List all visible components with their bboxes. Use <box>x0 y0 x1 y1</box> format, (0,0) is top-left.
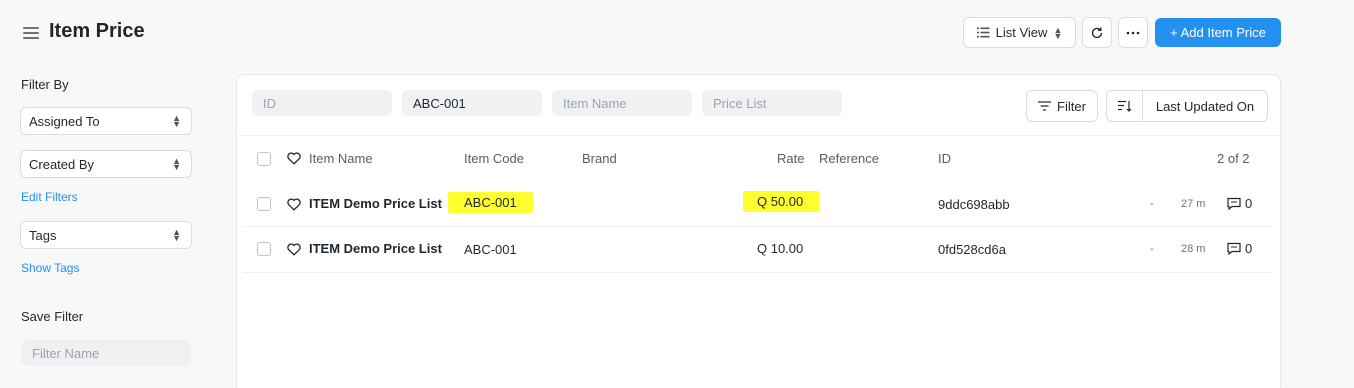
sort-control: Last Updated On <box>1106 90 1268 122</box>
row-checkbox[interactable] <box>257 242 271 256</box>
price-list-filter-input[interactable] <box>702 90 842 116</box>
chevron-updown-icon: ▲ ▼ <box>172 227 181 243</box>
refresh-icon <box>1091 27 1103 38</box>
row-item-name[interactable]: ITEM Demo Price List <box>309 196 442 211</box>
row-id: 9ddc698abb <box>938 197 1010 212</box>
page-title: Item Price <box>49 20 145 42</box>
comment-icon <box>1227 197 1241 210</box>
id-filter-input[interactable] <box>252 90 392 116</box>
list-icon <box>976 27 990 38</box>
show-tags-link[interactable]: Show Tags <box>21 261 79 275</box>
heart-icon[interactable] <box>287 243 301 256</box>
assigned-to-label: Assigned To <box>29 113 100 129</box>
sort-order-icon <box>1117 100 1131 112</box>
filter-label: Filter <box>1057 98 1086 114</box>
heart-icon[interactable] <box>287 152 301 165</box>
more-icon <box>1126 31 1140 34</box>
divider <box>237 135 1280 136</box>
row-item-code: ABC-001 <box>464 242 517 257</box>
item-code-filter-input[interactable] <box>402 90 542 116</box>
row-modified-time: 28 m <box>1181 243 1206 255</box>
row-modified-time: 27 m <box>1181 198 1206 210</box>
comment-count-label: 0 <box>1245 196 1253 211</box>
item-name-filter-input[interactable] <box>552 90 692 116</box>
column-header-rate[interactable]: Rate <box>777 151 804 166</box>
chevron-updown-icon: ▲ ▼ <box>172 113 181 129</box>
add-item-price-button[interactable]: + Add Item Price <box>1155 18 1281 47</box>
column-header-item-code[interactable]: Item Code <box>464 151 524 166</box>
row-checkbox[interactable] <box>257 197 271 211</box>
created-by-select[interactable]: Created By ▲ ▼ <box>20 150 192 178</box>
tags-label: Tags <box>29 227 57 243</box>
select-all-checkbox[interactable] <box>257 152 271 166</box>
row-id: 0fd528cd6a <box>938 242 1006 257</box>
highlighted-rate: Q 50.00 <box>743 191 820 212</box>
comment-count[interactable]: 0 <box>1227 196 1252 211</box>
row-divider <box>243 272 1274 273</box>
column-header-brand[interactable]: Brand <box>582 151 617 166</box>
column-header-id[interactable]: ID <box>938 151 951 166</box>
row-dash: - <box>1150 243 1154 255</box>
filter-name-input[interactable] <box>21 340 191 366</box>
sidebar-toggle-icon[interactable] <box>23 27 39 39</box>
chevron-updown-icon: ▲ ▼ <box>1053 24 1063 41</box>
highlighted-item-code: ABC-001 <box>448 192 533 213</box>
assigned-to-select[interactable]: Assigned To ▲ ▼ <box>20 107 192 135</box>
column-header-reference[interactable]: Reference <box>819 151 879 166</box>
row-dash: - <box>1150 198 1154 210</box>
filter-icon <box>1038 101 1052 111</box>
created-by-label: Created By <box>29 156 95 172</box>
row-rate: Q 10.00 <box>757 241 804 256</box>
list-view-dropdown[interactable]: List View ▲ ▼ <box>963 17 1076 48</box>
tags-select[interactable]: Tags ▲ ▼ <box>20 221 192 249</box>
filter-button[interactable]: Filter <box>1026 90 1098 122</box>
sort-by-button[interactable]: Last Updated On <box>1143 99 1267 114</box>
chevron-updown-icon: ▲ ▼ <box>172 156 181 172</box>
save-filter-label: Save Filter <box>21 309 84 324</box>
row-divider <box>243 226 1274 227</box>
record-count: 2 of 2 <box>1217 151 1250 166</box>
comment-count[interactable]: 0 <box>1227 241 1252 256</box>
list-card: Filter Last Updated On Item Name Item Co… <box>236 74 1281 388</box>
list-view-label: List View <box>995 25 1048 40</box>
row-rate: Q 50.00 <box>743 191 820 212</box>
heart-icon[interactable] <box>287 198 301 211</box>
comment-count-label: 0 <box>1245 241 1253 256</box>
row-item-name[interactable]: ITEM Demo Price List <box>309 241 442 256</box>
row-item-code: ABC-001 <box>448 192 533 213</box>
comment-icon <box>1227 242 1241 255</box>
edit-filters-link[interactable]: Edit Filters <box>21 190 78 204</box>
more-options-button[interactable] <box>1118 17 1148 48</box>
column-header-item-name[interactable]: Item Name <box>309 151 373 166</box>
filter-by-label: Filter By <box>21 77 69 92</box>
refresh-button[interactable] <box>1082 17 1112 48</box>
sort-order-button[interactable] <box>1107 91 1143 121</box>
